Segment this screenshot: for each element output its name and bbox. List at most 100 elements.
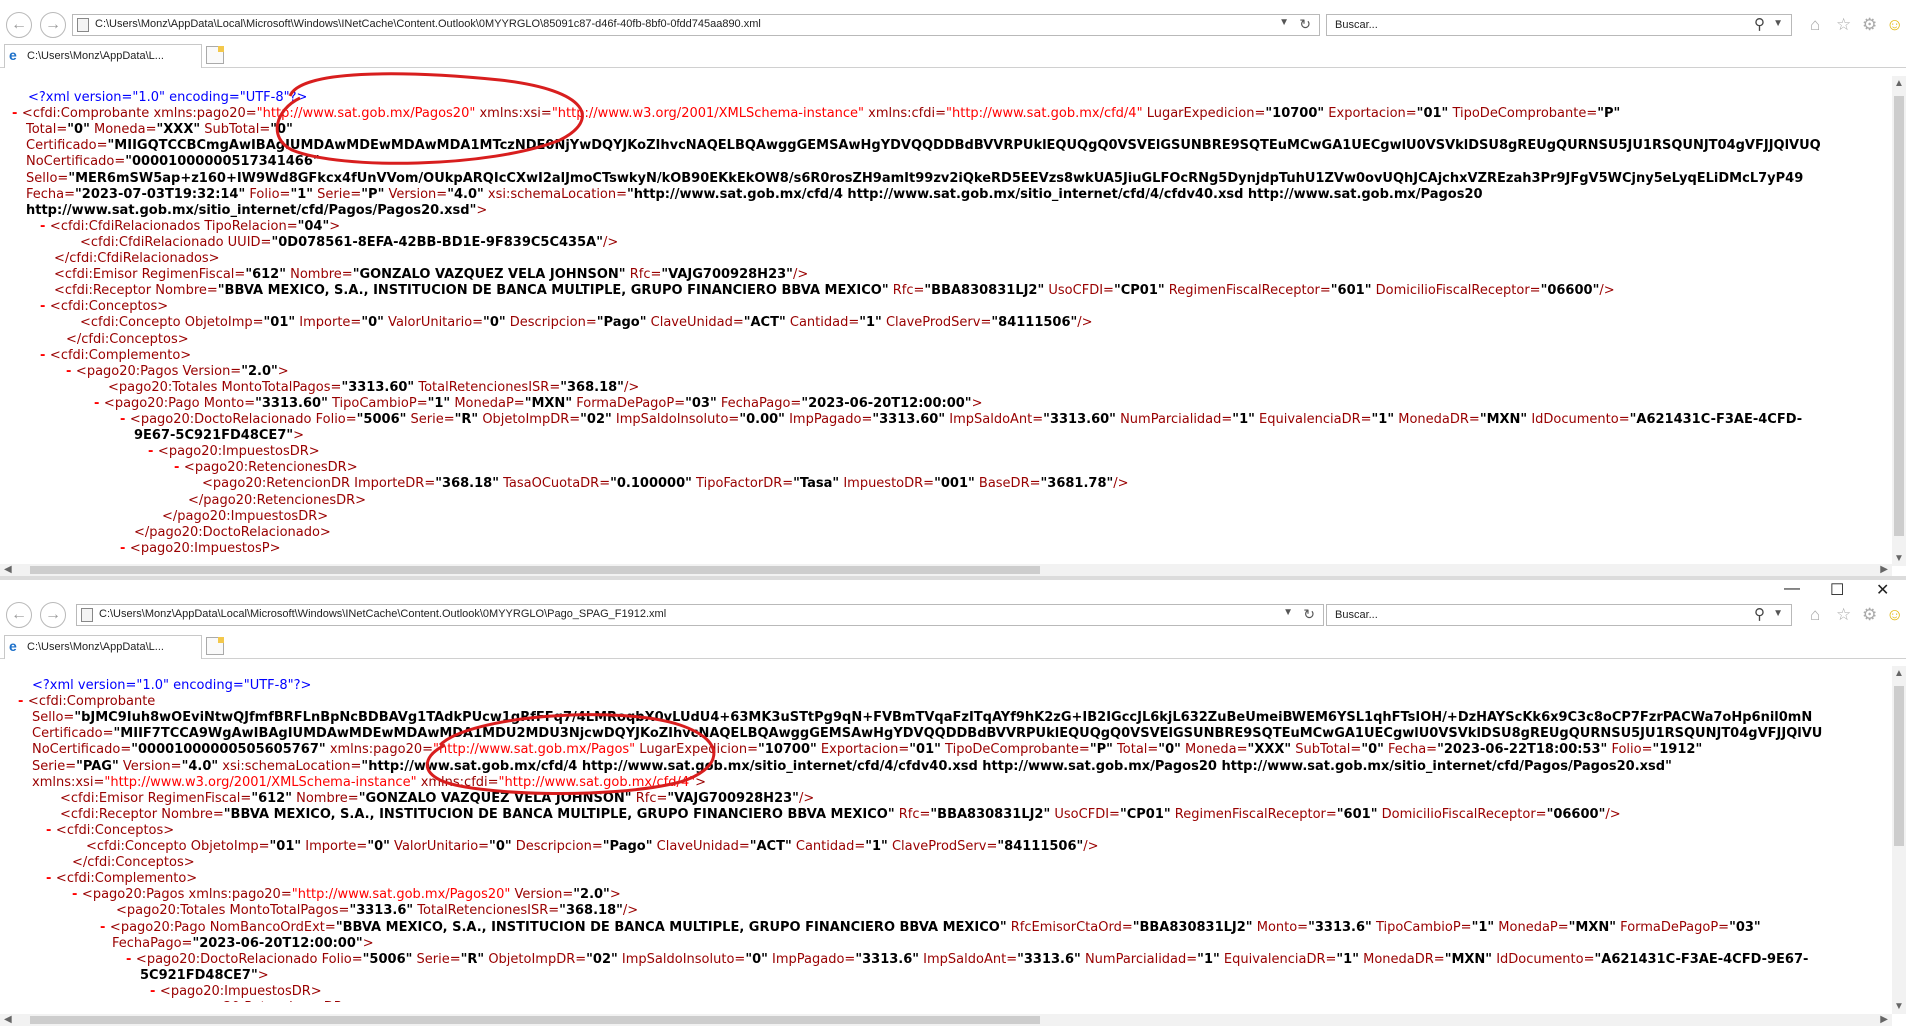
xml-line: - <pago20:RetencionesDR> — [174, 460, 358, 476]
scroll-right-icon[interactable]: ▶ — [1880, 564, 1888, 575]
home-icon[interactable]: ⌂ — [1810, 15, 1820, 35]
vertical-scrollbar[interactable]: ▲ ▼ — [1892, 666, 1906, 1014]
xml-token: > — [971, 395, 983, 411]
xml-token: /> — [1605, 806, 1621, 822]
xml-line: <?xml version="1.0" encoding="UTF-8"?> — [32, 678, 311, 694]
xml-token: "03" — [1729, 919, 1761, 935]
horizontal-scrollbar[interactable]: ◀ ▶ — [0, 564, 1892, 576]
gear-icon[interactable]: ⚙ — [1862, 15, 1877, 35]
search-input[interactable]: Buscar... — [1335, 19, 1378, 31]
scrollbar-thumb[interactable] — [30, 566, 1040, 574]
scroll-right-icon[interactable]: ▶ — [1880, 1014, 1888, 1025]
xml-token: "A621431C-F3AE-4CFD- — [1629, 412, 1803, 427]
home-icon[interactable]: ⌂ — [1810, 605, 1820, 625]
refresh-icon[interactable]: ↻ — [1299, 16, 1311, 33]
gear-icon[interactable]: ⚙ — [1862, 605, 1877, 625]
scroll-down-icon[interactable]: ▼ — [1894, 553, 1904, 564]
close-icon[interactable]: ✕ — [1876, 580, 1889, 600]
collapse-toggle[interactable]: - — [12, 106, 22, 121]
collapse-toggle[interactable]: - — [72, 887, 82, 902]
collapse-toggle[interactable]: - — [40, 219, 50, 234]
collapse-toggle[interactable]: - — [46, 823, 56, 838]
collapse-toggle[interactable]: - — [150, 984, 160, 999]
xml-token: "00001000000505605767" — [131, 742, 326, 758]
search-input[interactable]: Buscar... — [1335, 609, 1378, 621]
forward-button[interactable]: → — [40, 602, 66, 628]
collapse-toggle[interactable]: - — [100, 920, 110, 935]
forward-button[interactable]: → — [40, 12, 66, 38]
xml-token: <pago20:RetencionesDR> — [183, 460, 358, 476]
xml-token: "0" — [483, 315, 506, 331]
address-text[interactable]: C:\Users\Monz\AppData\Local\Microsoft\Wi… — [95, 18, 761, 30]
back-button[interactable]: ← — [6, 12, 32, 38]
scroll-up-icon[interactable]: ▲ — [1894, 78, 1904, 89]
collapse-toggle[interactable]: - — [120, 412, 130, 427]
xml-token: "BBVA MEXICO, S.A., INSTITUCION DE BANCA… — [217, 283, 889, 299]
smiley-icon[interactable]: ☺ — [1886, 15, 1903, 35]
xml-token: "A621431C-F3AE-4CFD-9E67- — [1594, 951, 1809, 967]
tab-xml-file[interactable]: e C:\Users\Monz\AppData\L... — [4, 44, 202, 68]
xml-token: "http://www.sat.gob.mx/Pagos20" — [291, 887, 511, 903]
search-box[interactable]: Buscar... ⚲ ▼ — [1326, 604, 1792, 626]
xml-token: Serie= — [32, 758, 77, 774]
scroll-left-icon[interactable]: ◀ — [4, 1014, 12, 1025]
chevron-down-icon[interactable]: ▼ — [1773, 608, 1783, 619]
xml-token: "84111506" — [997, 839, 1084, 854]
page-icon — [81, 608, 93, 622]
chevron-down-icon[interactable]: ▼ — [1279, 17, 1289, 28]
xml-token: RegimenFiscalReceptor= — [1164, 283, 1331, 299]
scrollbar-thumb[interactable] — [1894, 96, 1904, 536]
tab-xml-file[interactable]: e C:\Users\Monz\AppData\L... — [4, 635, 202, 659]
ie-icon: e — [9, 47, 17, 63]
scroll-down-icon[interactable]: ▼ — [1894, 1001, 1904, 1012]
vertical-scrollbar[interactable]: ▲ ▼ — [1892, 76, 1906, 566]
tab-label: C:\Users\Monz\AppData\L... — [27, 641, 164, 653]
collapse-toggle[interactable]: - — [174, 460, 184, 475]
collapse-toggle[interactable]: - — [66, 364, 76, 379]
chevron-down-icon[interactable]: ▼ — [1773, 18, 1783, 29]
address-text[interactable]: C:\Users\Monz\AppData\Local\Microsoft\Wi… — [99, 608, 666, 620]
horizontal-scrollbar[interactable]: ◀ ▶ — [0, 1014, 1892, 1026]
xml-line: </cfdi:CfdiRelacionados> — [54, 251, 220, 267]
search-icon[interactable]: ⚲ — [1754, 15, 1765, 33]
scroll-up-icon[interactable]: ▲ — [1894, 668, 1904, 679]
navigation-bar: ← → C:\Users\Monz\AppData\Local\Microsof… — [0, 8, 1906, 42]
xml-token: "0" — [489, 839, 512, 854]
xml-token: "MER6mSW5ap+z160+IW9Wd8GFkcx4fUnVVom/OUk… — [68, 170, 1804, 186]
collapse-toggle[interactable]: - — [18, 694, 28, 709]
collapse-toggle[interactable]: - — [46, 871, 56, 886]
xml-token: <cfdi:CfdiRelacionado — [80, 234, 228, 250]
search-box[interactable]: Buscar... ⚲ ▼ — [1326, 14, 1792, 36]
new-tab-button[interactable] — [206, 46, 224, 64]
collapse-toggle[interactable]: - — [40, 299, 50, 314]
xml-token: ObjetoImpDR= — [478, 412, 581, 427]
star-icon[interactable]: ☆ — [1836, 15, 1851, 35]
collapse-toggle[interactable]: - — [40, 348, 50, 363]
collapse-toggle[interactable]: - — [148, 444, 158, 459]
scrollbar-thumb[interactable] — [30, 1016, 1040, 1024]
search-icon[interactable]: ⚲ — [1754, 605, 1765, 623]
xml-line: xmlns:xsi="http://www.w3.org/2001/XMLSch… — [32, 775, 706, 791]
collapse-toggle[interactable]: - — [126, 952, 136, 967]
smiley-icon[interactable]: ☺ — [1886, 605, 1903, 625]
xml-token: "P" — [1089, 742, 1113, 758]
address-bar[interactable]: C:\Users\Monz\AppData\Local\Microsoft\Wi… — [76, 604, 1324, 626]
new-tab-button[interactable] — [206, 637, 224, 655]
minimize-icon[interactable]: — — [1784, 580, 1800, 598]
xml-token: "http://www.w3.org/2001/XMLSchema-instan… — [104, 774, 417, 790]
xml-token: "84111506" — [991, 315, 1078, 331]
collapse-toggle[interactable]: - — [120, 541, 130, 556]
refresh-icon[interactable]: ↻ — [1303, 606, 1315, 623]
xml-token: MontoTotalPagos= — [229, 903, 350, 919]
star-icon[interactable]: ☆ — [1836, 605, 1851, 625]
chevron-down-icon[interactable]: ▼ — [1283, 607, 1293, 618]
xml-token: "0" — [270, 122, 293, 138]
xml-token: /> — [622, 903, 639, 919]
maximize-icon[interactable]: ☐ — [1830, 580, 1844, 600]
address-bar[interactable]: C:\Users\Monz\AppData\Local\Microsoft\Wi… — [72, 14, 1320, 36]
scrollbar-thumb[interactable] — [1894, 686, 1904, 846]
collapse-toggle[interactable]: - — [94, 396, 104, 411]
back-button[interactable]: ← — [6, 602, 32, 628]
xml-token: TipoDeComprobante= — [1448, 106, 1598, 122]
scroll-left-icon[interactable]: ◀ — [4, 564, 12, 575]
